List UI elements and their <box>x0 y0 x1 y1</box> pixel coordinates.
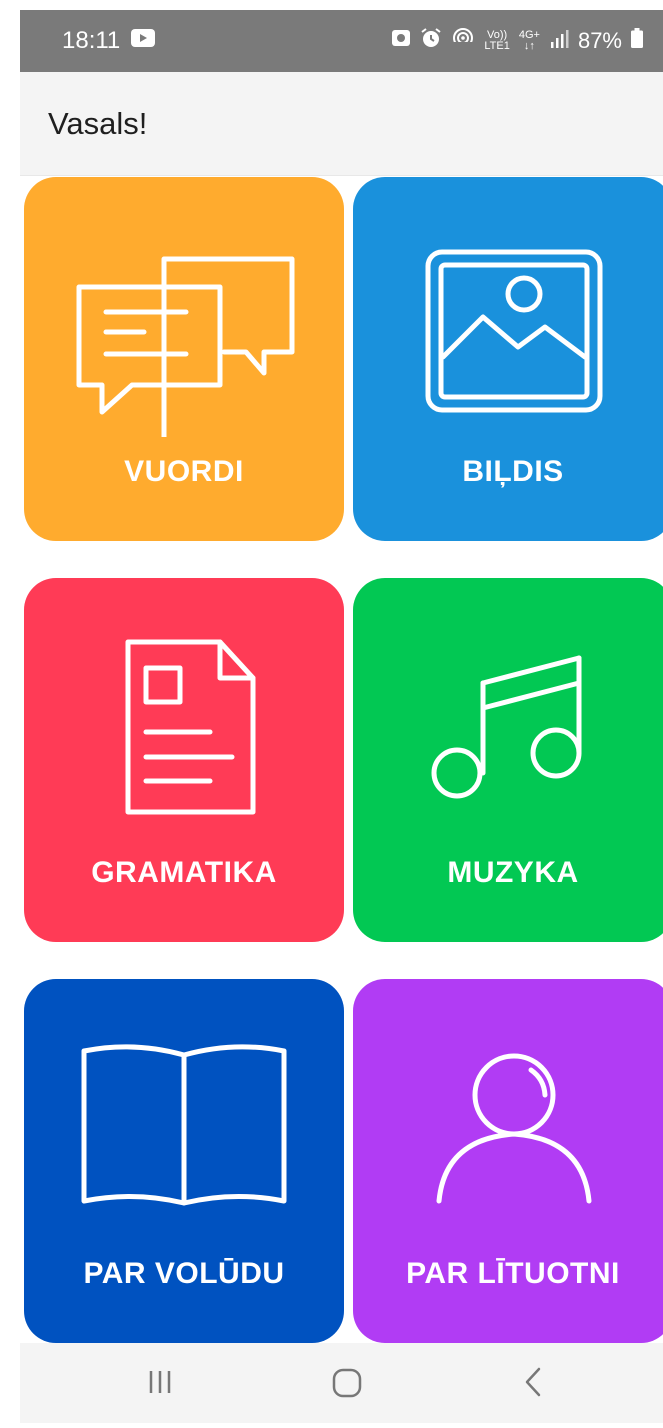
home-icon <box>332 1368 362 1398</box>
status-time: 18:11 <box>62 27 121 54</box>
battery-percent: 87% <box>577 28 622 53</box>
youtube-icon <box>130 27 156 55</box>
recent-apps-button[interactable] <box>121 1343 201 1423</box>
volte-indicator: Vo)) LTE1 <box>484 29 510 52</box>
tile-par-lituotni[interactable]: PAR LĪTUOTNI <box>353 979 663 1343</box>
home-button[interactable] <box>307 1343 387 1423</box>
tile-label-par-lituotni: PAR LĪTUOTNI <box>406 1257 620 1290</box>
tile-bildis[interactable]: BIĻDIS <box>353 177 663 541</box>
music-note-icon <box>431 655 582 799</box>
tile-label-muzyka: MUZYKA <box>447 856 579 889</box>
app-bar: Vasals! <box>20 72 663 176</box>
back-icon <box>525 1367 541 1397</box>
photo-icon <box>391 28 411 54</box>
status-right: Vo)) LTE1 4G+ ↓↑ 87% <box>391 27 643 55</box>
open-book-icon <box>81 1044 287 1206</box>
recent-apps-icon <box>149 1371 171 1393</box>
hotspot-icon <box>451 27 475 55</box>
alarm-icon <box>420 27 442 55</box>
user-icon <box>436 1053 592 1204</box>
speech-bubbles-icon <box>76 256 295 437</box>
network-indicator: 4G+ ↓↑ <box>518 29 540 52</box>
tile-label-bildis: BIĻDIS <box>462 455 564 488</box>
back-button[interactable] <box>493 1343 573 1423</box>
app-title: Vasals! <box>48 105 148 141</box>
document-icon <box>125 639 256 815</box>
tile-label-gramatika: GRAMATIKA <box>91 856 277 889</box>
tile-muzyka[interactable]: MUZYKA <box>353 578 663 942</box>
battery-icon <box>631 28 643 54</box>
tile-label-par-voludu: PAR VOLŪDU <box>83 1257 285 1290</box>
tile-label-vuordi: VUORDI <box>124 455 244 488</box>
signal-icon <box>549 28 569 54</box>
tile-vuordi[interactable]: VUORDI <box>24 177 344 541</box>
image-icon <box>425 249 603 413</box>
nav-bar <box>20 1343 663 1423</box>
status-bar: 18:11 Vo)) LTE1 4G+ ↓↑ 87% <box>20 10 663 72</box>
tile-par-voludu[interactable]: PAR VOLŪDU <box>24 979 344 1343</box>
tile-gramatika[interactable]: GRAMATIKA <box>24 578 344 942</box>
status-left: 18:11 <box>62 27 156 55</box>
